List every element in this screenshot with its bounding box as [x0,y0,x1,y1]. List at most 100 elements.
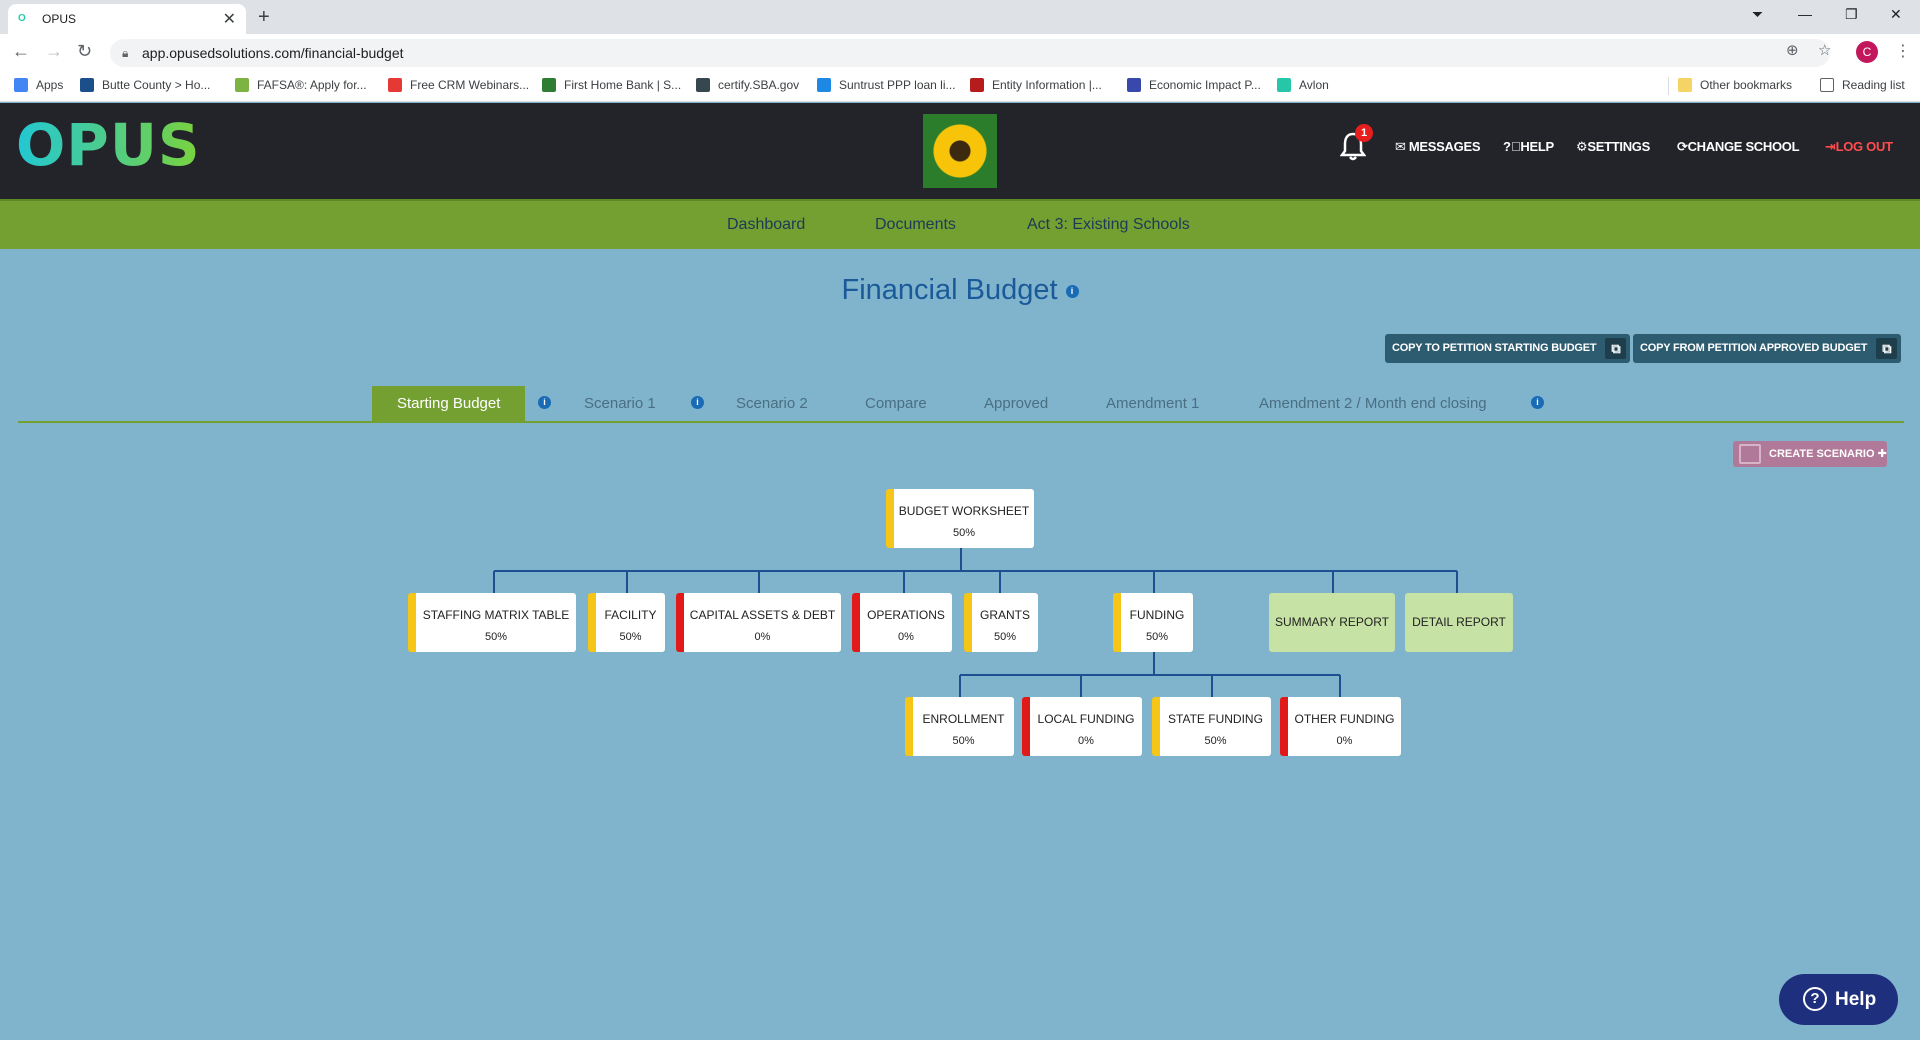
refresh-icon: ⟳ [1677,139,1688,154]
node-staffing-matrix-table[interactable]: STAFFING MATRIX TABLE 50% [408,593,576,652]
app-header: OPUS 1 ✉ MESSAGES ?⃝HELP ⚙SETTINGS ⟳CHAN… [0,103,1920,199]
messages-link[interactable]: ✉ MESSAGES [1395,139,1481,155]
reading-list[interactable]: Reading list [1820,78,1905,92]
bookmarks-bar: Apps Butte County > Ho... FAFSA®: Apply fo… [0,70,1920,102]
browser-tab-title: OPUS [42,12,77,26]
notification-badge: 1 [1355,124,1373,142]
opus-logo[interactable]: OPUS [16,111,201,179]
tab-approved[interactable]: Approved [984,386,1048,421]
nav-dashboard[interactable]: Dashboard [727,216,805,234]
copy-icon: ⧉ [1876,338,1898,359]
bookmark-star-icon[interactable]: ☆ [1818,41,1831,59]
node-summary-report[interactable]: SUMMARY REPORT [1269,593,1395,652]
forward-icon[interactable]: → [45,41,63,62]
bookmark-favicon-icon [970,78,984,92]
bookmark-item[interactable]: FAFSA®: Apply for... [235,78,367,92]
bookmark-item[interactable]: Suntrust PPP loan li... [817,78,956,92]
browser-menu-icon[interactable]: ⋮ [1895,41,1911,61]
browser-tabstrip: O OPUS ✕ + ⏷ — ❐ ✕ [0,0,1920,34]
node-budget-worksheet[interactable]: BUDGET WORKSHEET 50% [886,489,1034,548]
logout-icon: ⇥ [1825,139,1836,154]
bookmark-item[interactable]: Free CRM Webinars... [388,78,529,92]
bookmarks-divider [1668,77,1669,95]
plus-icon: ✚ [1877,448,1887,460]
bookmark-favicon-icon [1127,78,1141,92]
new-tab-icon[interactable]: + [258,6,270,29]
page-title: Financial Budget i [0,274,1920,307]
profile-menu-icon[interactable]: ⏷ [1752,6,1763,23]
info-icon[interactable]: i [1065,284,1079,298]
school-logo-image [923,114,997,188]
main-nav: Dashboard Documents Act 3: Existing Scho… [0,199,1920,249]
restore-icon[interactable]: ❐ [1845,6,1858,23]
tabs-divider [18,421,1904,423]
node-detail-report[interactable]: DETAIL REPORT [1405,593,1513,652]
tab-amendment-2[interactable]: Amendment 2 / Month end closing [1259,386,1487,421]
gear-icon: ⚙ [1576,139,1588,154]
bookmark-item[interactable]: certify.SBA.gov [696,78,799,92]
bookmark-item[interactable]: Butte County > Ho... [80,78,210,92]
copy-icon: ⧉ [1605,338,1627,359]
tab-compare[interactable]: Compare [865,386,927,421]
folder-icon [1678,78,1692,92]
tab-scenario-1[interactable]: Scenario 1 [584,386,656,421]
question-circle-icon: ? [1803,987,1827,1011]
copy-from-petition-approved-budget-button[interactable]: COPY FROM PETITION APPROVED BUDGET ⧉ [1633,334,1902,363]
url-text: app.opusedsolutions.com/financial-budget [142,45,404,61]
info-icon[interactable]: i [691,396,704,409]
opus-favicon-icon: O [18,13,26,24]
tab-starting-budget[interactable]: Starting Budget [372,386,526,421]
reload-icon[interactable]: ↻ [77,41,92,62]
lock-icon: 🔒︎ [122,46,129,60]
back-icon[interactable]: ← [12,41,30,62]
tab-amendment-1[interactable]: Amendment 1 [1106,386,1199,421]
settings-link[interactable]: ⚙SETTINGS [1576,139,1650,155]
create-scenario-button[interactable]: CREATE SCENARIO ✚ [1733,441,1887,467]
bookmark-favicon-icon [1277,78,1291,92]
node-other-funding[interactable]: OTHER FUNDING 0% [1280,697,1401,756]
browser-tab[interactable]: O OPUS ✕ [8,4,246,34]
info-icon[interactable]: i [1531,396,1544,409]
node-funding[interactable]: FUNDING 50% [1113,593,1193,652]
bookmark-item[interactable]: First Home Bank | S... [542,78,681,92]
minimize-icon[interactable]: — [1798,6,1812,22]
change-school-link[interactable]: ⟳CHANGE SCHOOL [1677,139,1800,155]
node-operations[interactable]: OPERATIONS 0% [852,593,952,652]
copy-to-petition-starting-budget-button[interactable]: COPY TO PETITION STARTING BUDGET ⧉ [1385,334,1631,363]
browser-toolbar: ← → ↻ 🔒︎ app.opusedsolutions.com/financi… [0,34,1920,70]
bookmark-favicon-icon [235,78,249,92]
bookmark-item[interactable]: Apps [14,78,63,92]
nav-documents[interactable]: Documents [875,216,956,234]
tab-scenario-2[interactable]: Scenario 2 [736,386,808,421]
envelope-icon: ✉ [1395,139,1406,154]
bookmark-item[interactable]: Avlon [1277,78,1329,92]
bookmark-item[interactable]: Economic Impact P... [1127,78,1261,92]
bookmark-item[interactable]: Entity Information |... [970,78,1102,92]
question-icon: ?⃝ [1503,139,1521,154]
profile-avatar[interactable]: C [1856,41,1878,63]
zoom-icon[interactable]: ⊕ [1786,41,1799,59]
window-close-icon[interactable]: ✕ [1890,6,1902,23]
bookmark-favicon-icon [817,78,831,92]
bookmark-favicon-icon [542,78,556,92]
other-bookmarks[interactable]: Other bookmarks [1678,78,1792,92]
bookmark-favicon-icon [14,78,28,92]
bookmark-favicon-icon [696,78,710,92]
node-enrollment[interactable]: ENROLLMENT 50% [905,697,1014,756]
node-facility[interactable]: FACILITY 50% [588,593,665,652]
node-state-funding[interactable]: STATE FUNDING 50% [1152,697,1271,756]
help-chat-button[interactable]: ? Help [1779,974,1898,1025]
info-icon[interactable]: i [538,396,551,409]
nav-act3-existing-schools[interactable]: Act 3: Existing Schools [1027,216,1190,234]
address-bar[interactable]: 🔒︎ app.opusedsolutions.com/financial-bud… [110,39,1830,67]
bookmark-favicon-icon [388,78,402,92]
close-tab-icon[interactable]: ✕ [223,9,236,29]
bookmark-favicon-icon [80,78,94,92]
help-link[interactable]: ?⃝HELP [1503,139,1554,154]
reading-list-icon [1820,78,1834,92]
node-capital-assets-debt[interactable]: CAPITAL ASSETS & DEBT 0% [676,593,841,652]
logout-link[interactable]: ⇥LOG OUT [1825,139,1893,155]
node-grants[interactable]: GRANTS 50% [964,593,1038,652]
node-local-funding[interactable]: LOCAL FUNDING 0% [1022,697,1142,756]
scenario-icon [1739,444,1761,464]
